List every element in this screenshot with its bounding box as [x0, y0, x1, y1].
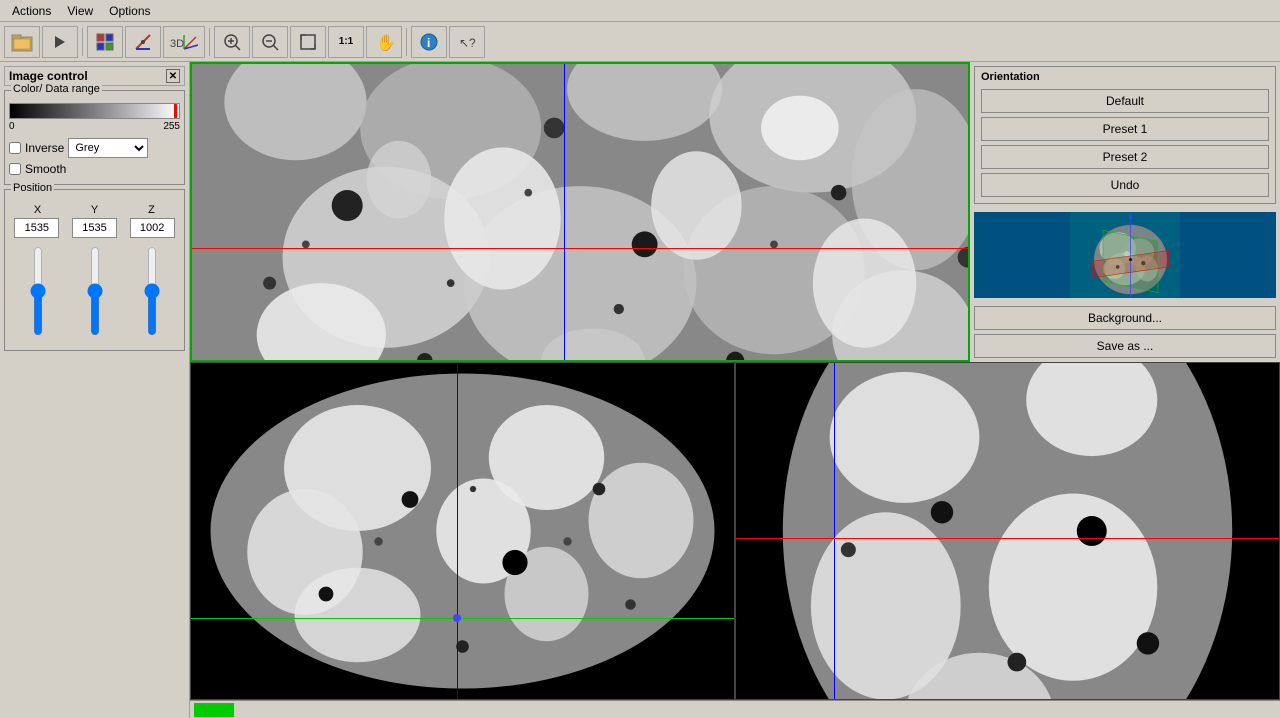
- bottom-right-image: [736, 363, 1279, 699]
- color-range-bar[interactable]: [9, 103, 180, 119]
- x-label: X: [15, 204, 60, 216]
- panel-title: Image control: [9, 69, 88, 83]
- bottom-left-image: [191, 363, 734, 699]
- z-slider-container: [137, 246, 167, 336]
- zoom-out-btn[interactable]: [252, 26, 288, 58]
- position-inputs: 1535 1535 1002: [9, 218, 180, 238]
- z-input[interactable]: 1002: [130, 218, 175, 238]
- orientation-buttons: Default Preset 1 Preset 2 Undo: [977, 85, 1273, 201]
- info-btn[interactable]: i: [411, 26, 447, 58]
- preset1-btn[interactable]: Preset 1: [981, 117, 1269, 141]
- orientation-action-buttons: Background... Save as ...: [970, 302, 1280, 362]
- sep2: [209, 28, 210, 56]
- panel-close-btn[interactable]: ✕: [166, 69, 180, 83]
- orientation-title: Orientation: [977, 69, 1273, 85]
- svg-text:i: i: [427, 36, 430, 50]
- z-slider[interactable]: [142, 246, 162, 336]
- sep3: [406, 28, 407, 56]
- inverse-checkbox[interactable]: [9, 142, 21, 154]
- main-layout: Image control ✕ Color/ Data range 0 255 …: [0, 62, 1280, 718]
- colormap-select[interactable]: Grey Hot Cool Jet: [68, 138, 148, 158]
- sliders-row: [9, 246, 180, 346]
- x-slider-container: [23, 246, 53, 336]
- x-input[interactable]: 1535: [14, 218, 59, 238]
- menubar: Actions View Options: [0, 0, 1280, 22]
- view-bottom-row: [190, 362, 1280, 700]
- smooth-label: Smooth: [25, 162, 66, 176]
- color-min-label: 0: [9, 121, 15, 132]
- save-as-btn[interactable]: Save as ...: [974, 334, 1276, 358]
- sep1: [82, 28, 83, 56]
- x-slider[interactable]: [28, 246, 48, 336]
- grid-btn[interactable]: [87, 26, 123, 58]
- smooth-checkbox[interactable]: [9, 163, 21, 175]
- inverse-row: Inverse Grey Hot Cool Jet: [9, 138, 180, 158]
- y-slider-container: [80, 246, 110, 336]
- smooth-row: Smooth: [9, 162, 180, 176]
- position-section-label: Position: [11, 182, 54, 194]
- image-control-panel: Image control ✕ Color/ Data range 0 255 …: [0, 62, 190, 718]
- main-viewport[interactable]: [190, 62, 970, 362]
- y-label: Y: [72, 204, 117, 216]
- background-btn[interactable]: Background...: [974, 306, 1276, 330]
- menu-options[interactable]: Options: [101, 2, 158, 20]
- view-area: Orientation Default Preset 1 Preset 2 Un…: [190, 62, 1280, 718]
- pointer-help-btn[interactable]: ↖?: [449, 26, 485, 58]
- fit-btn[interactable]: [290, 26, 326, 58]
- status-green-indicator: [194, 703, 234, 717]
- color-section-label: Color/ Data range: [11, 83, 102, 95]
- main-viewport-image: [192, 64, 968, 360]
- position-section: Position X Y Z 1535 1535 1002: [4, 189, 185, 351]
- y-input[interactable]: 1535: [72, 218, 117, 238]
- open-folder-btn[interactable]: [4, 26, 40, 58]
- y-slider[interactable]: [85, 246, 105, 336]
- toolbar: 3D 1:1 ✋ i ↖?: [0, 22, 1280, 62]
- play-btn[interactable]: [42, 26, 78, 58]
- bottom-right-viewport[interactable]: [735, 362, 1280, 700]
- svg-text:✋: ✋: [376, 33, 394, 52]
- default-orientation-btn[interactable]: Default: [981, 89, 1269, 113]
- menu-actions[interactable]: Actions: [4, 2, 59, 20]
- orientation-box: Orientation Default Preset 1 Preset 2 Un…: [974, 66, 1276, 204]
- zoom-in-btn[interactable]: [214, 26, 250, 58]
- 1to1-btn[interactable]: 1:1: [328, 26, 364, 58]
- 1to1-label: 1:1: [339, 36, 353, 47]
- axes-3d-btn[interactable]: 3D: [163, 26, 205, 58]
- color-section: Color/ Data range 0 255 Inverse Grey Hot…: [4, 90, 185, 185]
- color-max-label: 255: [163, 121, 180, 132]
- color-range-marker: [174, 104, 177, 118]
- color-range-labels: 0 255: [9, 121, 180, 132]
- inverse-label: Inverse: [25, 141, 64, 155]
- menu-view[interactable]: View: [59, 2, 101, 20]
- 3d-visualization-svg: [974, 212, 1276, 298]
- orientation-3d-view[interactable]: [974, 212, 1276, 298]
- bottom-left-viewport[interactable]: [190, 362, 735, 700]
- position-labels: X Y Z: [9, 204, 180, 216]
- status-bar: [190, 700, 1280, 718]
- view-top-row: Orientation Default Preset 1 Preset 2 Un…: [190, 62, 1280, 362]
- undo-btn[interactable]: Undo: [981, 173, 1269, 197]
- svg-text:↖?: ↖?: [459, 36, 476, 50]
- orientation-panel: Orientation Default Preset 1 Preset 2 Un…: [970, 62, 1280, 362]
- axes-btn[interactable]: [125, 26, 161, 58]
- preset2-btn[interactable]: Preset 2: [981, 145, 1269, 169]
- svg-text:3D: 3D: [170, 38, 184, 50]
- z-label: Z: [129, 204, 174, 216]
- pan-btn[interactable]: ✋: [366, 26, 402, 58]
